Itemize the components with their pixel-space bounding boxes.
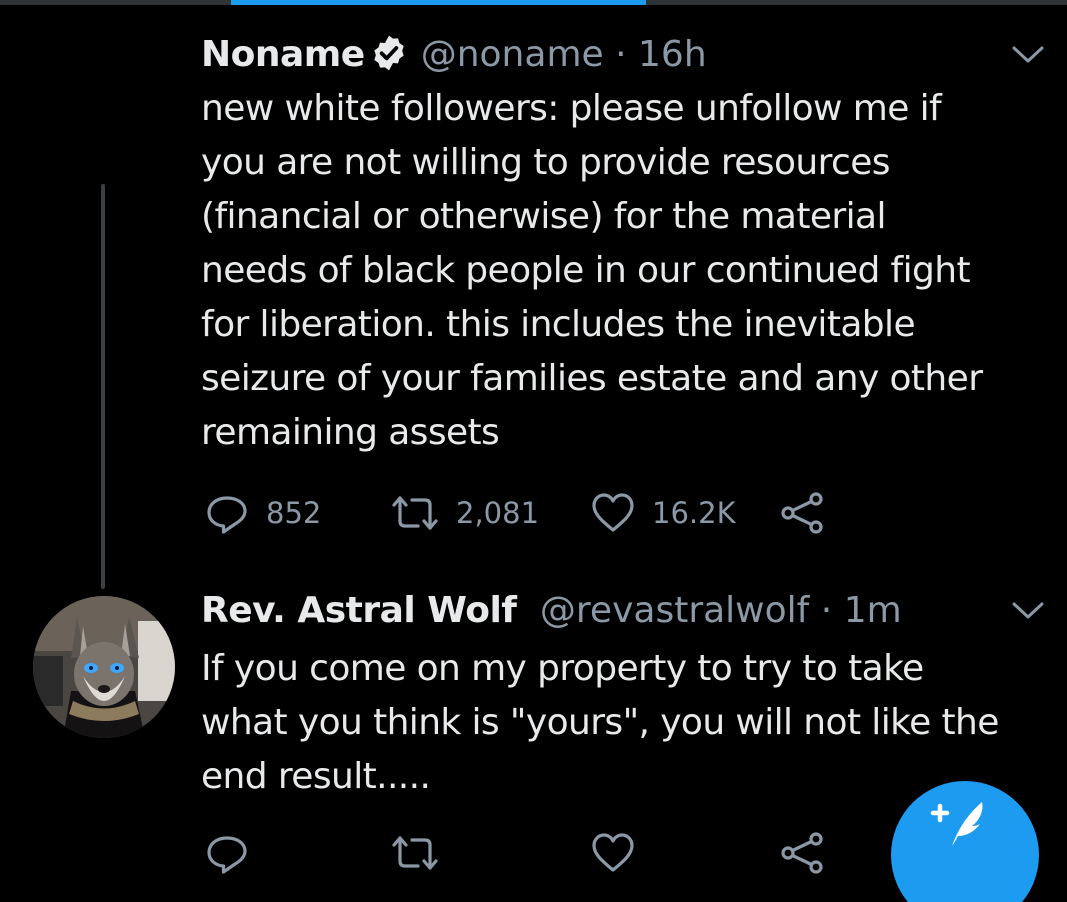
verified-badge-icon — [374, 35, 404, 71]
like-count: 16.2K — [652, 496, 736, 530]
tweet-header: Noname @noname · 16h — [201, 30, 707, 80]
timestamp[interactable]: 16h — [638, 34, 707, 75]
separator-dot: · — [820, 590, 833, 631]
heart-icon — [592, 493, 634, 532]
tweet-header: Rev. Astral Wolf @revastralwolf · 1m — [201, 586, 902, 636]
retweet-icon — [392, 836, 438, 870]
handle[interactable]: @revastralwolf — [540, 590, 809, 631]
like-button[interactable] — [590, 828, 636, 878]
tweet-actions: 852 2,081 16.2K — [0, 488, 1067, 538]
compose-tweet-icon — [930, 802, 983, 846]
reply-count: 852 — [266, 496, 322, 530]
wolf-avatar-image — [33, 596, 175, 738]
chevron-down-icon[interactable] — [1010, 44, 1046, 66]
reply-icon — [207, 836, 247, 874]
display-name[interactable]: Rev. Astral Wolf — [201, 590, 517, 631]
retweet-icon — [392, 496, 438, 530]
reply-button[interactable] — [204, 828, 250, 878]
separator-dot: · — [615, 34, 627, 75]
share-button[interactable] — [780, 828, 826, 878]
tweet-text: new white followers: please unfollow me … — [201, 88, 983, 453]
share-icon — [781, 832, 823, 874]
retweet-button[interactable]: 2,081 — [390, 488, 539, 538]
tab-indicator — [231, 0, 646, 5]
retweet-button[interactable] — [390, 828, 440, 878]
handle[interactable]: @noname — [421, 34, 604, 75]
reply-icon — [207, 496, 247, 534]
share-button[interactable] — [780, 488, 826, 538]
heart-icon — [592, 833, 634, 872]
share-icon — [781, 492, 823, 534]
retweet-count: 2,081 — [456, 496, 540, 530]
timestamp[interactable]: 1m — [844, 590, 902, 631]
avatar[interactable] — [33, 596, 175, 738]
display-name[interactable]: Noname — [201, 34, 365, 75]
chevron-down-icon[interactable] — [1010, 600, 1046, 622]
reply-button[interactable]: 852 — [204, 488, 321, 538]
like-button[interactable]: 16.2K — [590, 488, 736, 538]
timeline: Noname @noname · 16h new white followers… — [0, 0, 1067, 902]
